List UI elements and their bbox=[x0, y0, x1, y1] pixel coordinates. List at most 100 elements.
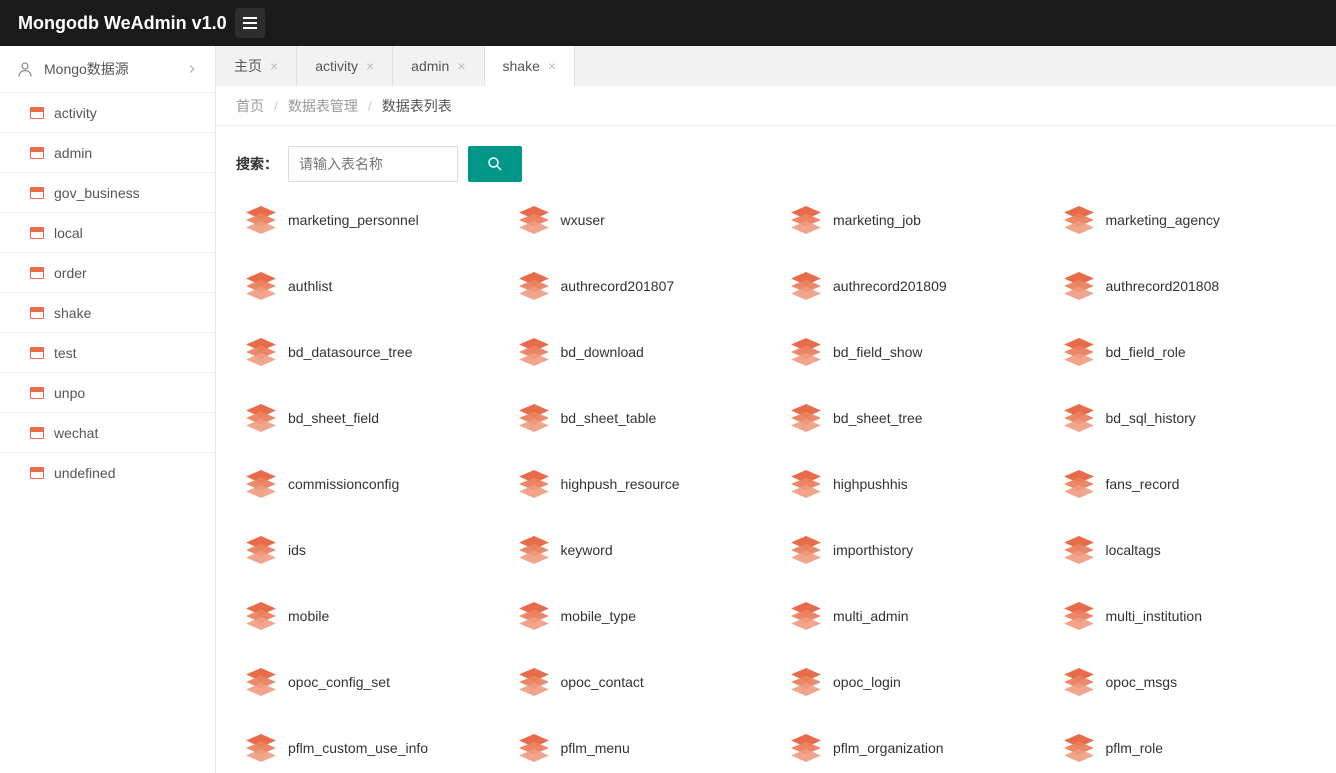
table-name: highpush_resource bbox=[561, 476, 680, 492]
stack-icon bbox=[246, 206, 276, 234]
table-card[interactable]: authrecord201807 bbox=[509, 258, 772, 314]
table-card[interactable]: pflm_menu bbox=[509, 720, 772, 773]
stack-icon bbox=[791, 470, 821, 498]
table-card[interactable]: mobile bbox=[236, 588, 499, 644]
table-card[interactable]: opoc_msgs bbox=[1054, 654, 1317, 710]
table-card[interactable]: wxuser bbox=[509, 192, 772, 248]
table-card[interactable]: highpush_resource bbox=[509, 456, 772, 512]
close-icon[interactable]: × bbox=[366, 58, 374, 74]
breadcrumb-parent[interactable]: 数据表管理 bbox=[288, 96, 358, 116]
table-name: wxuser bbox=[561, 212, 605, 228]
sidebar-item-label: wechat bbox=[54, 425, 98, 441]
tab-shake[interactable]: shake× bbox=[485, 46, 576, 86]
table-card[interactable]: bd_field_show bbox=[781, 324, 1044, 380]
sidebar-item-local[interactable]: local bbox=[0, 212, 215, 252]
table-name: localtags bbox=[1106, 542, 1161, 558]
tab-label: admin bbox=[411, 58, 449, 74]
table-card[interactable]: bd_sql_history bbox=[1054, 390, 1317, 446]
stack-icon bbox=[1064, 404, 1094, 432]
table-name: highpushhis bbox=[833, 476, 908, 492]
stack-icon bbox=[246, 272, 276, 300]
table-name: bd_sql_history bbox=[1106, 410, 1196, 426]
stack-icon bbox=[1064, 734, 1094, 762]
stack-icon bbox=[519, 338, 549, 366]
table-card[interactable]: ids bbox=[236, 522, 499, 578]
database-icon bbox=[30, 227, 44, 239]
stack-icon bbox=[1064, 536, 1094, 564]
database-icon bbox=[30, 267, 44, 279]
table-name: commissionconfig bbox=[288, 476, 399, 492]
table-name: opoc_contact bbox=[561, 674, 644, 690]
table-card[interactable]: marketing_agency bbox=[1054, 192, 1317, 248]
stack-icon bbox=[1064, 338, 1094, 366]
table-card[interactable]: marketing_personnel bbox=[236, 192, 499, 248]
database-icon bbox=[30, 307, 44, 319]
table-card[interactable]: pflm_organization bbox=[781, 720, 1044, 773]
stack-icon bbox=[246, 602, 276, 630]
table-card[interactable]: opoc_contact bbox=[509, 654, 772, 710]
sidebar-item-label: undefined bbox=[54, 465, 116, 481]
sidebar-item-shake[interactable]: shake bbox=[0, 292, 215, 332]
stack-icon bbox=[246, 338, 276, 366]
table-name: mobile_type bbox=[561, 608, 637, 624]
sidebar-item-label: order bbox=[54, 265, 87, 281]
table-card[interactable]: highpushhis bbox=[781, 456, 1044, 512]
sidebar-item-order[interactable]: order bbox=[0, 252, 215, 292]
table-card[interactable]: importhistory bbox=[781, 522, 1044, 578]
table-card[interactable]: authrecord201809 bbox=[781, 258, 1044, 314]
database-icon bbox=[30, 387, 44, 399]
table-card[interactable]: bd_sheet_tree bbox=[781, 390, 1044, 446]
stack-icon bbox=[246, 668, 276, 696]
breadcrumb-home[interactable]: 首页 bbox=[236, 96, 264, 116]
search-input[interactable] bbox=[288, 146, 458, 182]
table-card[interactable]: bd_field_role bbox=[1054, 324, 1317, 380]
table-card[interactable]: bd_download bbox=[509, 324, 772, 380]
table-name: pflm_custom_use_info bbox=[288, 740, 428, 756]
close-icon[interactable]: × bbox=[270, 58, 278, 74]
sidebar-item-test[interactable]: test bbox=[0, 332, 215, 372]
tab-admin[interactable]: admin × bbox=[393, 46, 484, 86]
table-card[interactable]: mobile_type bbox=[509, 588, 772, 644]
database-icon bbox=[30, 147, 44, 159]
table-card[interactable]: localtags bbox=[1054, 522, 1317, 578]
sidebar-item-gov_business[interactable]: gov_business bbox=[0, 172, 215, 212]
sidebar-item-admin[interactable]: admin bbox=[0, 132, 215, 172]
table-name: multi_admin bbox=[833, 608, 908, 624]
table-card[interactable]: bd_sheet_table bbox=[509, 390, 772, 446]
database-icon bbox=[30, 427, 44, 439]
table-card[interactable]: bd_sheet_field bbox=[236, 390, 499, 446]
table-card[interactable]: marketing_job bbox=[781, 192, 1044, 248]
stack-icon bbox=[791, 404, 821, 432]
table-card[interactable]: authrecord201808 bbox=[1054, 258, 1317, 314]
database-icon bbox=[30, 187, 44, 199]
tab-activity[interactable]: activity× bbox=[297, 46, 393, 86]
table-name: opoc_msgs bbox=[1106, 674, 1178, 690]
sidebar-item-unpo[interactable]: unpo bbox=[0, 372, 215, 412]
tab-bar: 主页×activity×admin×shake× bbox=[216, 46, 1336, 86]
search-button[interactable] bbox=[468, 146, 522, 182]
table-card[interactable]: multi_admin bbox=[781, 588, 1044, 644]
table-card[interactable]: pflm_custom_use_info bbox=[236, 720, 499, 773]
table-card[interactable]: authlist bbox=[236, 258, 499, 314]
table-card[interactable]: multi_institution bbox=[1054, 588, 1317, 644]
tab-主页[interactable]: 主页× bbox=[216, 46, 297, 86]
table-name: bd_datasource_tree bbox=[288, 344, 413, 360]
sidebar-item-label: unpo bbox=[54, 385, 85, 401]
menu-toggle-button[interactable] bbox=[235, 8, 265, 38]
sidebar-item-activity[interactable]: activity bbox=[0, 92, 215, 132]
table-card[interactable]: keyword bbox=[509, 522, 772, 578]
close-icon[interactable]: × bbox=[548, 58, 556, 74]
sidebar-item-undefined[interactable]: undefined bbox=[0, 452, 215, 492]
sidebar-item-label: test bbox=[54, 345, 77, 361]
table-card[interactable]: opoc_login bbox=[781, 654, 1044, 710]
stack-icon bbox=[519, 470, 549, 498]
sidebar-item-wechat[interactable]: wechat bbox=[0, 412, 215, 452]
close-icon[interactable]: × bbox=[457, 58, 465, 74]
table-card[interactable]: opoc_config_set bbox=[236, 654, 499, 710]
sidebar-header[interactable]: Mongo数据源 bbox=[0, 46, 215, 92]
table-card[interactable]: bd_datasource_tree bbox=[236, 324, 499, 380]
table-card[interactable]: commissionconfig bbox=[236, 456, 499, 512]
table-card[interactable]: fans_record bbox=[1054, 456, 1317, 512]
database-icon bbox=[30, 107, 44, 119]
table-card[interactable]: pflm_role bbox=[1054, 720, 1317, 773]
